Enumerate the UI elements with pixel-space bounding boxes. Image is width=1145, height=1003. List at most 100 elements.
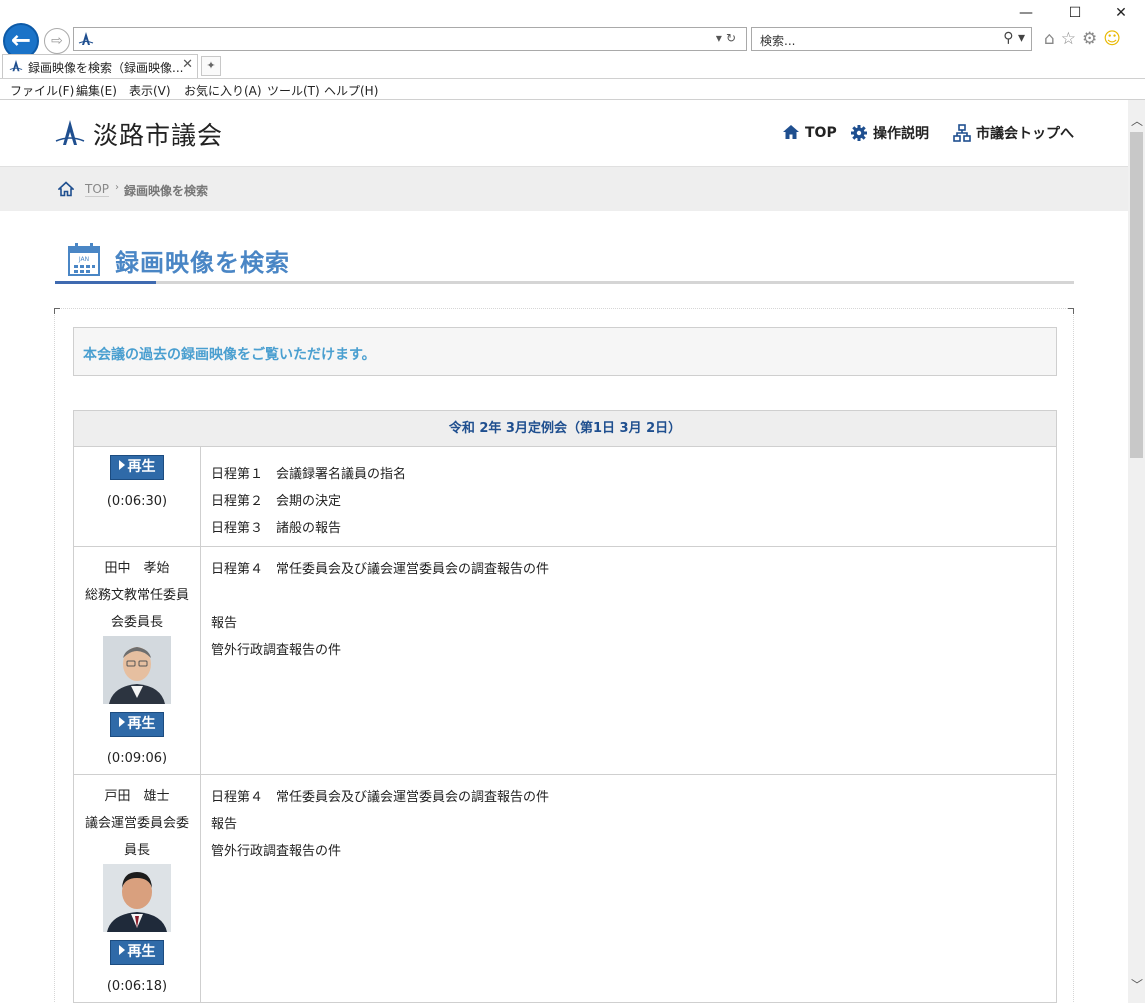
new-tab-button[interactable]: ✦ [201,56,221,76]
play-label: 再生 [127,459,156,475]
intro-text: 本会議の過去の録画映像をご覧いただけます。 [83,347,376,363]
menu-bar: ファイル(F) 編集(E) 表示(V) お気に入り(A) ツール(T) ヘルプ(… [0,78,1145,100]
speaker-cell: 戸田 雄士 議会運営委員会委 員長 再生 (0:06:18) [74,775,201,1002]
menu-edit[interactable]: 編集(E) [76,82,117,99]
speaker-role: 員長 [123,843,150,858]
duration: (0:09:06) [106,751,168,766]
menu-tools[interactable]: ツール(T) [267,82,320,99]
search-box[interactable]: 検索... ⚲ ▾ [751,27,1032,51]
speaker-portrait-icon [103,864,171,932]
address-bar[interactable]: ▾↻ [73,27,747,51]
browser-window: — ☐ ✕ ← ⇨ ▾↻ 検索... ⚲ ▾ ⌂☆⚙☺ 録画映像を検索（録画映像… [0,0,1145,1003]
agenda-cell: 日程第４ 常任委員会及び議会運営委員会の調査報告の件 報告 管外行政調査報告の件 [201,547,1056,774]
agenda-item [211,583,1046,610]
agenda-item: 管外行政調査報告の件 [211,643,342,658]
tab-favicon-icon [9,59,23,72]
menu-favorites[interactable]: お気に入り(A) [184,82,262,99]
toolbar-icons: ⌂☆⚙☺ [1044,29,1127,49]
calendar-month-label: JAN [78,256,89,263]
address-row: ← ⇨ ▾↻ 検索... ⚲ ▾ ⌂☆⚙☺ [0,22,1145,59]
play-icon [118,717,125,727]
agenda-item: 日程第４ 常任委員会及び議会運営委員会の調査報告の件 [211,562,550,577]
speaker-cell: 再生 (0:06:30) [74,447,201,546]
breadcrumb: TOP › 録画映像を検索 [0,166,1128,211]
home-icon [783,125,799,139]
vertical-scrollbar[interactable]: ︿ ﹀ [1128,100,1145,1003]
site-name[interactable]: 淡路市議会 [93,116,223,152]
agenda-item: 日程第２ 会期の決定 [211,494,342,509]
play-button[interactable]: 再生 [110,940,164,965]
search-placeholder: 検索... [760,34,796,48]
nav-top-label: TOP [805,125,837,141]
minimize-button[interactable]: — [1011,2,1041,24]
feedback-smiley-icon[interactable]: ☺ [1103,29,1127,49]
duration: (0:06:18) [106,979,168,994]
search-dropdown-icon[interactable]: ▾ [1018,30,1025,46]
tab-title: 録画映像を検索（録画映像... [28,61,184,75]
close-window-button[interactable]: ✕ [1106,2,1136,24]
menu-view[interactable]: 表示(V) [129,82,171,99]
session-heading: 令和 2年 3月定例会（第1日 3月 2日） [74,411,1056,447]
nav-help-label: 操作説明 [873,126,929,142]
speaker-cell: 田中 孝始 総務文教常任委員 会委員長 再生 (0:09:06) [74,547,201,774]
breadcrumb-home-icon[interactable] [58,181,74,197]
speaker-portrait-icon [103,636,171,704]
nav-top-link[interactable]: TOP [782,123,837,141]
search-icon[interactable]: ⚲ [1003,30,1013,46]
home-icon[interactable]: ⌂ [1044,29,1061,49]
maximize-button[interactable]: ☐ [1060,2,1090,24]
breadcrumb-separator-icon: › [115,182,119,193]
dropdown-arrow-icon[interactable]: ▾ [716,31,726,45]
tab-close-icon[interactable]: ✕ [182,57,193,72]
calendar-icon: JAN [68,243,100,276]
nav-council-top-label: 市議会トップへ [976,126,1074,142]
agenda-item: 日程第４ 常任委員会及び議会運営委員会の調査報告の件 [211,790,550,805]
browser-tab[interactable]: 録画映像を検索（録画映像... ✕ [2,54,198,78]
refresh-icon[interactable]: ↻ [726,31,740,45]
favorites-star-icon[interactable]: ☆ [1061,29,1082,49]
table-row: 戸田 雄士 議会運営委員会委 員長 再生 (0:06:18) 日程第４ 常任委員… [74,775,1056,1003]
gear-icon [851,125,867,141]
table-row: 田中 孝始 総務文教常任委員 会委員長 再生 (0:09:06) 日程第４ 常任… [74,547,1056,775]
scroll-up-icon[interactable]: ︿ [1131,112,1143,129]
session-table: 令和 2年 3月定例会（第1日 3月 2日） 再生 (0:06:30) 日程第１… [73,410,1057,1003]
nav-help-link[interactable]: 操作説明 [850,123,929,143]
sitemap-icon [953,124,971,142]
speaker-name: 田中 孝始 [104,561,170,576]
page-title: 録画映像を検索 [115,249,290,277]
speaker-role: 議会運営委員会委 [84,816,189,831]
menu-file[interactable]: ファイル(F) [10,82,74,99]
arrow-right-icon: ⇨ [51,33,63,49]
speaker-photo [103,864,171,932]
agenda-item: 管外行政調査報告の件 [211,844,342,859]
duration: (0:06:30) [106,494,168,509]
agenda-item: 日程第１ 会議録署名議員の指名 [211,467,407,482]
settings-gear-icon[interactable]: ⚙ [1082,29,1103,49]
breadcrumb-current: 録画映像を検索 [124,184,209,198]
agenda-cell: 日程第１ 会議録署名議員の指名 日程第２ 会期の決定 日程第３ 諸般の報告 [201,447,1056,546]
agenda-cell: 日程第４ 常任委員会及び議会運営委員会の調査報告の件 報告 管外行政調査報告の件 [201,775,1056,1002]
speaker-role: 会委員長 [110,615,163,630]
corner-mark [1068,308,1074,314]
speaker-photo [103,636,171,704]
site-favicon-icon [78,32,94,45]
nav-council-top-link[interactable]: 市議会トップへ [953,123,1074,143]
play-button[interactable]: 再生 [110,455,164,480]
speaker-role: 総務文教常任委員 [84,588,189,603]
forward-button[interactable]: ⇨ [44,28,70,54]
play-icon [118,460,125,470]
play-button[interactable]: 再生 [110,712,164,737]
tab-row: 録画映像を検索（録画映像... ✕ ✦ [0,54,1145,78]
page-viewport: 淡路市議会 TOP 操作説明 市議会トップへ TOP › 録画映像を検索 JAN [0,100,1128,1003]
scrollbar-thumb[interactable] [1130,132,1143,458]
speaker-name: 戸田 雄士 [104,789,170,804]
new-tab-icon: ✦ [206,59,216,72]
menu-help[interactable]: ヘルプ(H) [324,82,378,99]
intro-notice: 本会議の過去の録画映像をご覧いただけます。 [73,327,1057,376]
agenda-item: 日程第３ 諸般の報告 [211,521,342,536]
breadcrumb-top-link[interactable]: TOP [85,182,110,197]
scroll-down-icon[interactable]: ﹀ [1131,976,1143,993]
page-title-bar: JAN 録画映像を検索 [55,240,1074,284]
site-logo-icon[interactable] [55,118,85,148]
play-icon [118,945,125,955]
